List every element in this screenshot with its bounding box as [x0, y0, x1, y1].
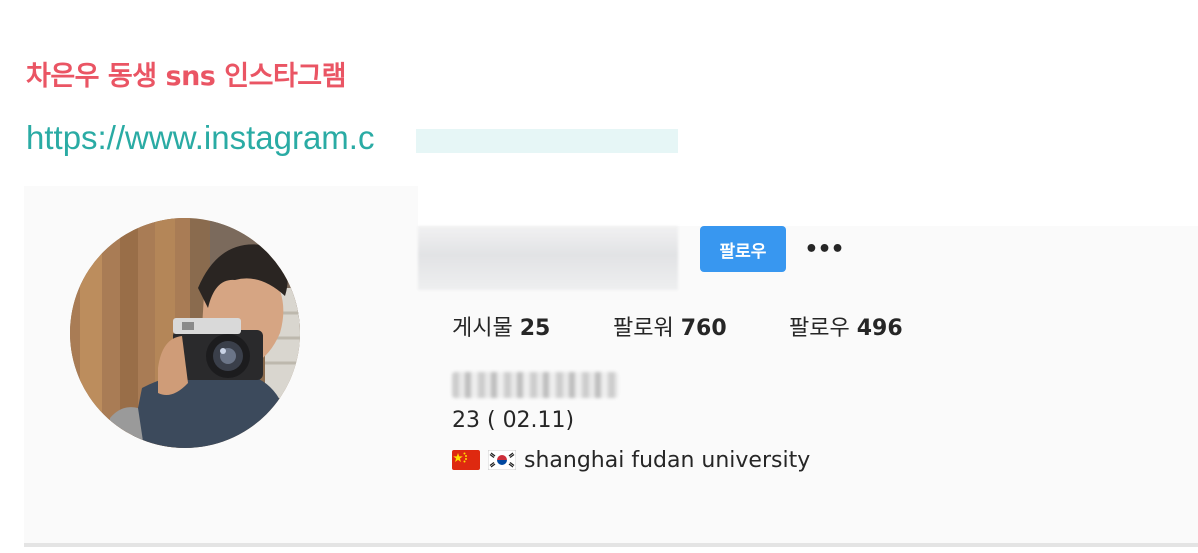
instagram-link[interactable]: https://www.instagram.c: [26, 116, 374, 160]
stat-posts[interactable]: 게시물 25: [452, 310, 550, 342]
avatar-photo: [70, 218, 300, 448]
stat-followers-count: 760: [680, 316, 727, 341]
stat-following-count: 496: [856, 316, 903, 341]
china-flag-icon: [452, 450, 480, 470]
profile-avatar[interactable]: [70, 218, 300, 448]
stat-following[interactable]: 팔로우 496: [789, 310, 903, 342]
bio-school-text: shanghai fudan university: [524, 447, 811, 473]
korea-flag-icon: [488, 450, 516, 470]
display-name-redaction: [452, 372, 618, 398]
stat-posts-count: 25: [519, 316, 551, 341]
stat-followers-label: 팔로워: [613, 316, 674, 341]
card-top-strip: [418, 186, 1198, 226]
bio-age-line: 23 ( 02.11): [452, 408, 575, 433]
username-redaction: [418, 226, 678, 290]
stat-followers[interactable]: 팔로워 760: [613, 310, 727, 342]
link-redaction: [416, 129, 678, 153]
stat-posts-label: 게시물: [452, 316, 513, 341]
follow-button[interactable]: 팔로우: [700, 226, 786, 272]
stat-following-label: 팔로우: [789, 316, 850, 341]
bio-school-line: shanghai fudan university: [452, 446, 810, 474]
card-bottom-border: [24, 543, 1198, 547]
post-heading: 차은우 동생 sns 인스타그램: [26, 61, 346, 92]
ellipsis-icon[interactable]: •••: [802, 236, 846, 262]
